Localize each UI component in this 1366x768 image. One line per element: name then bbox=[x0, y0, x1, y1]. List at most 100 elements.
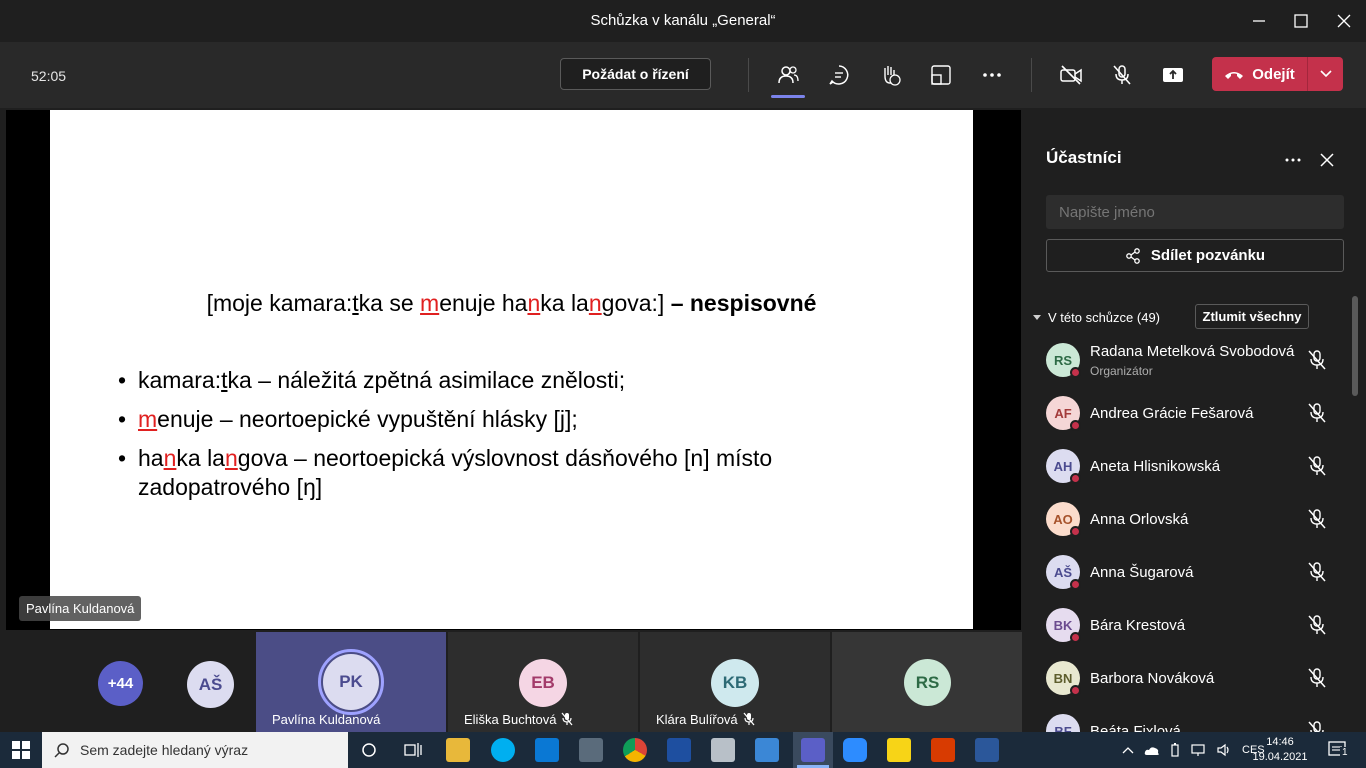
minimize-button[interactable] bbox=[1246, 8, 1272, 34]
raise-hand-icon bbox=[884, 66, 901, 86]
clock-date: 19.04.2021 bbox=[1252, 751, 1308, 763]
leave-button[interactable]: Odejít bbox=[1212, 57, 1307, 91]
slide-bullet-list: kamara:tka – náležitá zpětná asimilace z… bbox=[118, 366, 878, 512]
panel-more-button[interactable] bbox=[1282, 150, 1304, 170]
presence-status-dot bbox=[1070, 420, 1081, 431]
close-icon bbox=[1337, 14, 1351, 28]
word-icon[interactable] bbox=[975, 738, 999, 762]
presence-status-dot bbox=[1070, 632, 1081, 643]
more-participants-button[interactable]: +44 bbox=[98, 661, 143, 706]
clock[interactable]: 14:46 19.04.2021 bbox=[1252, 735, 1307, 765]
participant-row[interactable]: AH Aneta Hlisnikowská bbox=[1046, 441, 1346, 494]
avatar[interactable]: AŠ bbox=[187, 661, 234, 708]
mic-off-icon[interactable] bbox=[1306, 508, 1328, 530]
participant-row[interactable]: AF Andrea Grácie Fešarová bbox=[1046, 388, 1346, 441]
close-panel-button[interactable] bbox=[1318, 151, 1336, 169]
participant-role: Organizátor bbox=[1090, 364, 1153, 378]
participant-row[interactable]: AO Anna Orlovská bbox=[1046, 494, 1346, 547]
maximize-button[interactable] bbox=[1288, 8, 1314, 34]
section-header-in-meeting[interactable]: V této schůzce (49) bbox=[1032, 310, 1160, 325]
people-icon bbox=[778, 66, 799, 84]
app-icon[interactable] bbox=[711, 738, 735, 762]
chat-button[interactable] bbox=[823, 59, 855, 91]
avatar: EB bbox=[519, 659, 567, 707]
mail-icon[interactable] bbox=[535, 738, 559, 762]
notifications-button[interactable]: 1 bbox=[1328, 741, 1350, 764]
participant-name: Radana Metelková Svobodová bbox=[1090, 343, 1295, 360]
participant-name: Anna Šugarová bbox=[1090, 564, 1194, 581]
more-icon bbox=[983, 73, 1001, 77]
windows-taskbar: Sem zadejte hledaný výraz CES 14:46 19.0… bbox=[0, 732, 1366, 768]
mute-all-button[interactable]: Ztlumit všechny bbox=[1195, 304, 1309, 329]
participant-row[interactable]: BF Beáta Fixlová bbox=[1046, 706, 1346, 732]
zoom-icon[interactable] bbox=[843, 738, 867, 762]
app-icon[interactable] bbox=[667, 738, 691, 762]
teams-icon bbox=[801, 738, 825, 762]
cortana-button[interactable] bbox=[361, 742, 377, 763]
toolbar-divider bbox=[748, 58, 749, 92]
mic-off-icon[interactable] bbox=[1306, 667, 1328, 689]
battery-icon[interactable] bbox=[1170, 743, 1180, 757]
more-actions-button[interactable] bbox=[976, 59, 1008, 91]
share-invite-label: Sdílet pozvánku bbox=[1150, 247, 1266, 264]
participant-name: Beáta Fixlová bbox=[1090, 723, 1181, 732]
leave-options-button[interactable] bbox=[1308, 57, 1343, 91]
leave-button-group: Odejít bbox=[1212, 57, 1343, 91]
panel-scrollbar[interactable] bbox=[1352, 296, 1358, 396]
participants-button[interactable] bbox=[772, 59, 804, 91]
mic-off-icon[interactable] bbox=[1306, 349, 1328, 371]
participant-list: RS Radana Metelková Svobodová Organizátor A… bbox=[1024, 335, 1354, 732]
participant-search-input[interactable] bbox=[1046, 195, 1344, 229]
share-screen-button[interactable] bbox=[1157, 59, 1189, 91]
participant-name: Bára Krestová bbox=[1090, 617, 1186, 634]
participant-name: Klára Bulířová bbox=[656, 712, 738, 727]
chevron-up-icon[interactable] bbox=[1122, 745, 1134, 755]
windows-icon bbox=[12, 741, 30, 759]
participant-row[interactable]: AŠ Anna Šugarová bbox=[1046, 547, 1346, 600]
start-button[interactable] bbox=[12, 741, 30, 764]
maximize-icon bbox=[1294, 14, 1308, 28]
mic-off-icon bbox=[1113, 65, 1131, 85]
participant-tile[interactable]: PK Pavlína Kuldanová bbox=[256, 632, 446, 732]
skype-icon[interactable] bbox=[491, 738, 515, 762]
camera-toggle-button[interactable] bbox=[1055, 59, 1087, 91]
toolbar-divider bbox=[1031, 58, 1032, 92]
participant-tile[interactable]: EB Eliška Buchtová bbox=[448, 632, 638, 732]
participant-row[interactable]: BK Bára Krestová bbox=[1046, 600, 1346, 653]
participant-tile[interactable]: KB Klára Bulířová bbox=[640, 632, 830, 732]
participant-row[interactable]: RS Radana Metelková Svobodová Organizátor bbox=[1046, 335, 1346, 388]
sticky-notes-icon[interactable] bbox=[887, 738, 911, 762]
mic-off-icon[interactable] bbox=[1306, 402, 1328, 424]
task-view-button[interactable] bbox=[404, 742, 422, 763]
onedrive-icon[interactable] bbox=[1144, 744, 1160, 756]
active-tab-indicator bbox=[771, 95, 805, 98]
close-window-button[interactable] bbox=[1331, 8, 1357, 34]
share-invite-button[interactable]: Sdílet pozvánku bbox=[1046, 239, 1344, 272]
section-label: V této schůzce (49) bbox=[1048, 310, 1160, 325]
mic-toggle-button[interactable] bbox=[1106, 59, 1138, 91]
chrome-icon[interactable] bbox=[623, 738, 647, 762]
file-explorer-icon[interactable] bbox=[446, 738, 470, 762]
rooms-button[interactable] bbox=[925, 59, 957, 91]
app-icon[interactable] bbox=[755, 738, 779, 762]
system-tray: CES bbox=[1122, 732, 1265, 768]
volume-icon[interactable] bbox=[1216, 743, 1232, 757]
phone-hangup-icon bbox=[1225, 72, 1244, 79]
mic-off-icon[interactable] bbox=[1306, 455, 1328, 477]
mic-off-icon[interactable] bbox=[1306, 561, 1328, 583]
mic-off-icon[interactable] bbox=[1306, 720, 1328, 732]
calculator-icon[interactable] bbox=[579, 738, 603, 762]
reactions-button[interactable] bbox=[874, 59, 906, 91]
request-control-button[interactable]: Požádat o řízení bbox=[560, 58, 711, 90]
mic-off-icon bbox=[561, 712, 573, 726]
avatar: BF bbox=[1046, 714, 1080, 732]
mic-off-icon[interactable] bbox=[1306, 614, 1328, 636]
participant-tile[interactable]: RS bbox=[832, 632, 1022, 732]
teams-taskbar-button[interactable] bbox=[793, 732, 833, 768]
participant-row[interactable]: BN Barbora Nováková bbox=[1046, 653, 1346, 706]
network-icon[interactable] bbox=[1190, 743, 1206, 757]
shared-content-stage: [moje kamara:tka se menuje hanka langova… bbox=[6, 110, 1021, 630]
panel-title: Účastníci bbox=[1046, 148, 1122, 167]
taskbar-search[interactable]: Sem zadejte hledaný výraz bbox=[42, 732, 348, 768]
office-icon[interactable] bbox=[931, 738, 955, 762]
